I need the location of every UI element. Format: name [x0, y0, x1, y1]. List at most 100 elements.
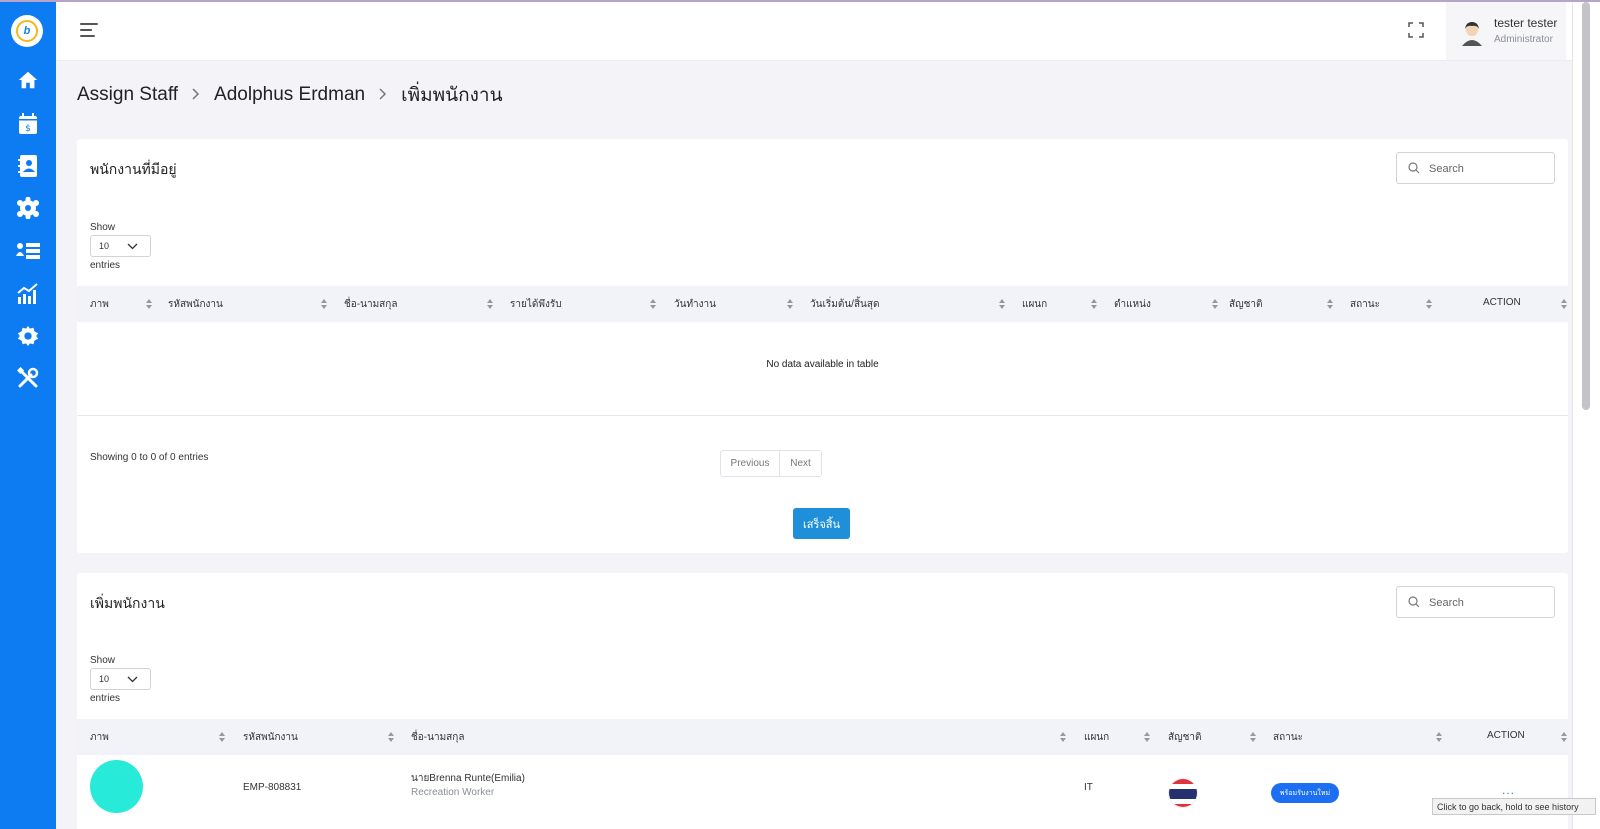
top-bar: tester tester Administrator	[56, 2, 1572, 61]
sort-icon	[1436, 732, 1442, 742]
column-header[interactable]: ตำแหน่ง	[1114, 297, 1151, 312]
sort-icon	[1327, 299, 1333, 309]
search-icon	[1408, 162, 1420, 174]
table-empty-row: No data available in table	[77, 316, 1568, 416]
column-header[interactable]: วันทำงาน	[674, 297, 716, 312]
employee-name: นายBrenna Runte(Emilia)	[411, 773, 525, 784]
next-button[interactable]: Next	[780, 450, 822, 477]
sort-icon	[146, 299, 152, 309]
chevron-down-icon	[127, 676, 138, 683]
column-header[interactable]: ชื่อ-นามสกุล	[344, 297, 397, 312]
entries-label: entries	[90, 693, 121, 704]
employee-position: Recreation Worker	[411, 787, 495, 798]
existing-staff-card: พนักงานที่มีอยู่ Show 10 entries ภาพ รหั…	[77, 139, 1568, 553]
column-header[interactable]: สถานะ	[1273, 730, 1303, 745]
window-top-border	[0, 0, 1600, 2]
column-header[interactable]: สัญชาติ	[1168, 730, 1202, 745]
sort-icon	[321, 299, 327, 309]
sort-icon	[487, 299, 493, 309]
table-row[interactable]: EMP-808831 นายBrenna Runte(Emilia) Recre…	[77, 757, 1568, 829]
menu-toggle-icon[interactable]	[80, 23, 98, 37]
fullscreen-icon[interactable]	[1408, 22, 1424, 38]
home-icon[interactable]	[16, 68, 40, 92]
column-header[interactable]: รหัสพนักงาน	[243, 730, 298, 745]
page-length-value: 10	[99, 674, 110, 684]
sidebar: b $	[0, 0, 56, 829]
entries-label: entries	[90, 260, 121, 271]
sort-icon	[1561, 732, 1567, 742]
employee-code: EMP-808831	[243, 782, 302, 793]
done-button[interactable]: เสร็จสิ้น	[793, 508, 850, 539]
search-box[interactable]	[1396, 152, 1555, 184]
column-header[interactable]: วันเริ่มต้น/สิ้นสุด	[810, 297, 879, 312]
search-input[interactable]	[1429, 593, 1544, 613]
user-menu[interactable]: tester tester Administrator	[1446, 2, 1566, 60]
chevron-right-icon	[192, 87, 200, 104]
sort-icon	[787, 299, 793, 309]
column-header[interactable]: แผนก	[1022, 297, 1047, 312]
employee-photo	[90, 760, 143, 813]
breadcrumb-item-project[interactable]: Adolphus Erdman	[214, 84, 365, 106]
breadcrumb-item-current: เพิ่มพนักงาน	[401, 85, 503, 106]
show-label: Show	[90, 655, 116, 666]
chart-icon[interactable]	[16, 282, 40, 306]
page-scrollbar[interactable]	[1572, 0, 1600, 829]
sort-icon	[1250, 732, 1256, 742]
column-header[interactable]: แผนก	[1084, 730, 1109, 745]
add-staff-card: เพิ่มพนักงาน Show 10 entries ภาพ รหัสพนั…	[77, 573, 1568, 829]
card-title: พนักงานที่มีอยู่	[90, 161, 177, 177]
avatar	[1460, 20, 1484, 46]
calendar-money-icon[interactable]: $	[16, 112, 40, 136]
staff-list-icon[interactable]	[16, 239, 40, 263]
search-input[interactable]	[1429, 159, 1544, 179]
chevron-down-icon	[127, 243, 138, 250]
settings-gear-icon[interactable]	[16, 324, 40, 348]
column-header[interactable]: ชื่อ-นามสกุล	[411, 730, 464, 745]
back-button-tooltip: Click to go back, hold to see history	[1432, 798, 1596, 815]
sort-icon	[1426, 299, 1432, 309]
logo-mark: b	[16, 20, 38, 42]
sort-icon	[1060, 732, 1066, 742]
column-header[interactable]: ภาพ	[90, 730, 109, 745]
employee-department: IT	[1084, 782, 1093, 793]
chevron-right-icon	[379, 87, 387, 104]
empty-message: No data available in table	[766, 359, 879, 370]
card-title: เพิ่มพนักงาน	[90, 595, 165, 611]
row-action-menu[interactable]: ...	[1502, 783, 1515, 797]
user-name: tester tester	[1494, 16, 1558, 30]
sort-icon	[999, 299, 1005, 309]
column-header[interactable]: สถานะ	[1350, 297, 1380, 312]
scrollbar-thumb[interactable]	[1582, 2, 1590, 410]
table-header: ภาพ รหัสพนักงาน ชื่อ-นามสกุล แผนก สัญชาต…	[77, 719, 1568, 755]
column-header[interactable]: ACTION	[1487, 730, 1525, 741]
page-length-select[interactable]: 10	[90, 235, 151, 257]
pagination: Previous Next	[720, 450, 822, 477]
breadcrumb-item-assign-staff[interactable]: Assign Staff	[77, 84, 178, 106]
sort-icon	[1212, 299, 1218, 309]
tools-icon[interactable]	[16, 366, 40, 390]
app-logo[interactable]: b	[11, 15, 43, 47]
search-box[interactable]	[1396, 586, 1555, 618]
sort-icon	[219, 732, 225, 742]
status-badge: พร้อมรับงานใหม่	[1271, 783, 1339, 803]
sort-icon	[1144, 732, 1150, 742]
contact-book-icon[interactable]	[16, 154, 40, 178]
previous-button[interactable]: Previous	[720, 450, 780, 477]
page-length-select[interactable]: 10	[90, 668, 151, 690]
svg-text:$: $	[25, 124, 31, 134]
sort-icon	[388, 732, 394, 742]
sort-icon	[650, 299, 656, 309]
column-header[interactable]: รหัสพนักงาน	[168, 297, 223, 312]
breadcrumb: Assign Staff Adolphus Erdman เพิ่มพนักงา…	[77, 80, 503, 110]
page-length-value: 10	[99, 241, 110, 251]
table-info: Showing 0 to 0 of 0 entries	[90, 452, 209, 463]
column-header[interactable]: สัญชาติ	[1229, 297, 1263, 312]
column-header[interactable]: ACTION	[1483, 297, 1521, 308]
search-icon	[1408, 596, 1420, 608]
sort-icon	[1091, 299, 1097, 309]
thailand-flag-icon	[1168, 778, 1198, 808]
sort-icon	[1561, 299, 1567, 309]
column-header[interactable]: ภาพ	[90, 297, 109, 312]
column-header[interactable]: รายได้พึงรับ	[510, 297, 562, 312]
team-gear-icon[interactable]	[16, 196, 40, 220]
